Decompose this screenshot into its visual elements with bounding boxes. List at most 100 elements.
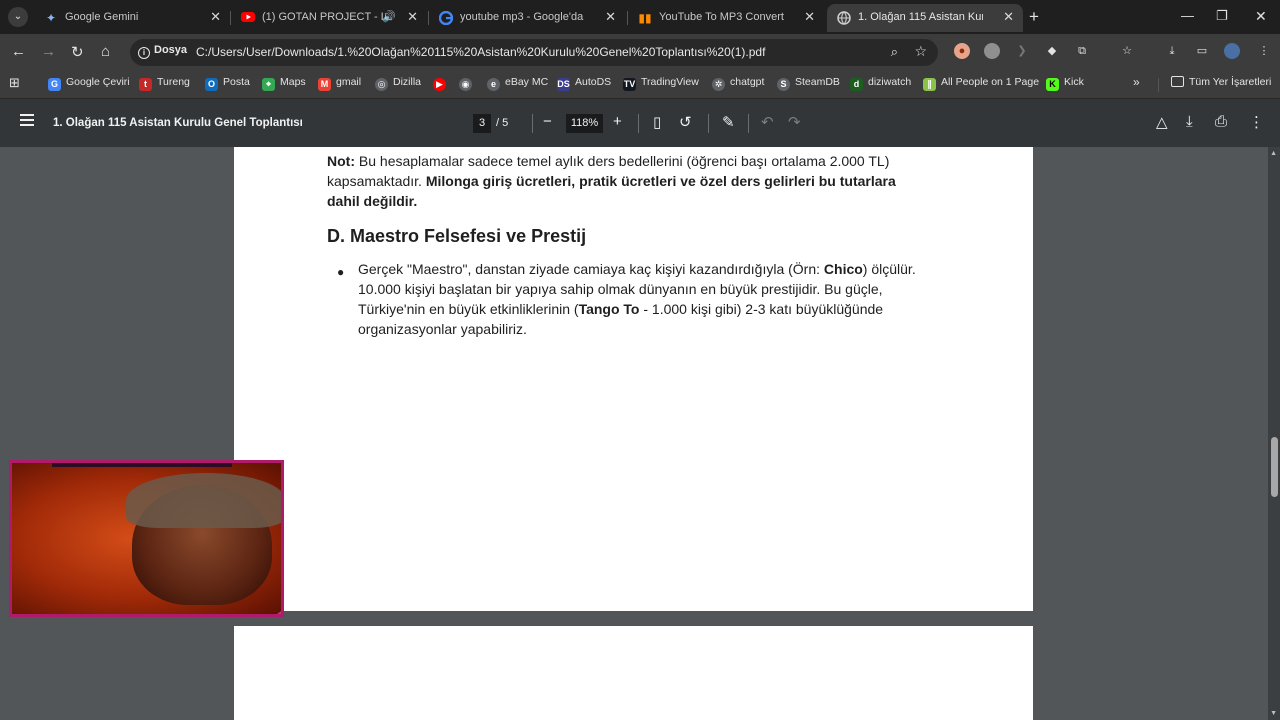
zoom-out-icon[interactable]: − bbox=[543, 113, 552, 130]
webcam-frame-decoration bbox=[262, 606, 281, 614]
close-icon[interactable]: ✕ bbox=[605, 9, 616, 25]
scroll-up-icon[interactable]: ▲ bbox=[1270, 150, 1277, 157]
page-number-input[interactable]: 3 bbox=[473, 114, 491, 133]
minimize-icon[interactable]: — bbox=[1181, 8, 1194, 23]
chevron-right-icon[interactable]: ❯ bbox=[1014, 43, 1030, 59]
drive-save-icon[interactable]: △ bbox=[1156, 113, 1168, 131]
tradingview-icon: TV bbox=[623, 78, 636, 91]
home-icon[interactable]: ⌂ bbox=[101, 43, 110, 60]
download-icon[interactable]: ⤓ bbox=[1186, 113, 1193, 130]
outlook-icon: O bbox=[205, 78, 218, 91]
pdf-page-4 bbox=[234, 626, 1033, 720]
bookmarks-bar: ⊞ G Google Çeviri t Tureng O Posta ⌖ Maps Mg… bbox=[0, 70, 1280, 99]
all-bookmarks-folder[interactable]: Tüm Yer İşaretleri bbox=[1171, 76, 1271, 88]
window-close-icon[interactable]: ✕ bbox=[1255, 8, 1267, 25]
extension-icon[interactable] bbox=[984, 43, 1000, 59]
url-text[interactable]: C:/Users/User/Downloads/1.%20Olağan%2011… bbox=[196, 45, 765, 59]
bookmark-tradingview[interactable]: TV TradingView bbox=[623, 76, 699, 91]
apps-grid-icon[interactable]: ⊞ bbox=[9, 75, 20, 91]
diziwatch-icon: d bbox=[850, 78, 863, 91]
browser-toolbar: ← → ↻ ⌂ i Dosya C:/Users/User/Downloads/1… bbox=[0, 34, 1280, 70]
address-bar[interactable]: i Dosya C:/Users/User/Downloads/1.%20Olağ… bbox=[130, 39, 938, 66]
bookmark-kick[interactable]: K Kick bbox=[1046, 76, 1084, 91]
bookmark-steamdb[interactable]: S SteamDB bbox=[777, 76, 840, 91]
extension-icon[interactable]: ● bbox=[954, 43, 970, 59]
puzzle-extensions-icon[interactable]: ⧉ bbox=[1074, 43, 1090, 59]
bookmark-gmail[interactable]: Mgmail bbox=[318, 76, 361, 91]
bookmark-youtube[interactable]: ▶ bbox=[433, 76, 451, 91]
bookmark-chatgpt[interactable]: ✲ chatgpt bbox=[712, 76, 764, 91]
toolbar-divider bbox=[638, 114, 639, 133]
scrollbar-thumb[interactable] bbox=[1271, 437, 1278, 497]
target-icon: ◉ bbox=[459, 78, 472, 91]
extension-icon[interactable]: ◆ bbox=[1044, 43, 1060, 59]
pdf-viewer[interactable]: Not: Bu hesaplamalar sadece temel aylık … bbox=[0, 147, 1280, 720]
profile-avatar-icon[interactable] bbox=[1224, 43, 1240, 59]
bookmark-dizilla[interactable]: ◎ Dizilla bbox=[375, 76, 421, 91]
bookmark-target[interactable]: ◉ bbox=[459, 76, 477, 91]
undo-icon[interactable]: ↶ bbox=[761, 113, 774, 131]
google-icon bbox=[438, 10, 454, 26]
speaker-icon[interactable]: 🔊 bbox=[382, 10, 396, 23]
toolbar-divider bbox=[708, 114, 709, 133]
pdf-menu-icon[interactable] bbox=[20, 114, 34, 126]
reload-icon[interactable]: ↻ bbox=[71, 43, 84, 61]
ebay-icon: e bbox=[487, 78, 500, 91]
kick-icon: K bbox=[1046, 78, 1059, 91]
tab-mp3-converter[interactable]: ▮▮ YouTube To MP3 Converter For ✕ bbox=[628, 4, 824, 32]
downloads-icon[interactable]: ⤓ bbox=[1164, 43, 1180, 59]
print-icon[interactable]: ⎙ bbox=[1215, 113, 1227, 130]
close-icon[interactable]: ✕ bbox=[210, 9, 221, 25]
redo-icon[interactable]: ↷ bbox=[788, 113, 801, 131]
tab-strip: ⌄ ✦ Google Gemini ✕ (1) GOTAN PROJECT - … bbox=[0, 0, 1280, 34]
more-vertical-icon[interactable]: ⋮ bbox=[1249, 113, 1264, 131]
bookmark-diziwatch[interactable]: d diziwatch bbox=[850, 76, 911, 91]
fit-to-page-icon[interactable]: ▯ bbox=[653, 113, 661, 131]
bookmarks-overflow-icon[interactable]: » bbox=[1133, 75, 1140, 89]
bookmark-maps[interactable]: ⌖ Maps bbox=[262, 76, 306, 91]
audio-wave-icon: ▮▮ bbox=[638, 11, 652, 25]
zoom-level-input[interactable]: 118% bbox=[566, 114, 603, 133]
tab-title: youtube mp3 - Google'da Ara bbox=[460, 11, 585, 23]
tab-google-gemini[interactable]: ✦ Google Gemini ✕ bbox=[34, 4, 230, 32]
zoom-in-icon[interactable]: + bbox=[613, 113, 622, 130]
tab-title: Google Gemini bbox=[65, 11, 139, 23]
bookmark-google-ceviri[interactable]: G Google Çeviri bbox=[48, 76, 130, 91]
tab-gotan-project[interactable]: (1) GOTAN PROJECT - La Gl 🔊 ✕ bbox=[231, 4, 427, 32]
bookmark-ebay-mc[interactable]: e eBay MC bbox=[487, 76, 548, 91]
bookmark-autods[interactable]: DS AutoDS bbox=[557, 76, 611, 91]
globe-icon: ◎ bbox=[375, 78, 388, 91]
annotate-pen-icon[interactable]: ✎ bbox=[722, 113, 735, 131]
back-arrow-icon[interactable]: ← bbox=[11, 43, 26, 60]
tab-youtube-mp3-search[interactable]: youtube mp3 - Google'da Ara ✕ bbox=[429, 4, 625, 32]
bookmark-star-icon[interactable]: ☆ bbox=[914, 43, 927, 60]
page-total: / 5 bbox=[496, 117, 509, 129]
zoom-magnifier-icon[interactable]: ⌕ bbox=[891, 44, 898, 60]
tab-title: YouTube To MP3 Converter For bbox=[659, 11, 784, 23]
new-tab-plus-icon[interactable]: + bbox=[1029, 7, 1039, 27]
more-vertical-icon[interactable]: ⋮ bbox=[1256, 43, 1272, 59]
file-label: Dosya bbox=[154, 44, 188, 56]
tab-pdf-active[interactable]: 1. Olağan 115 Asistan Kurulu G ✕ bbox=[827, 4, 1023, 32]
scroll-down-icon[interactable]: ▼ bbox=[1270, 710, 1277, 717]
bookmark-tureng[interactable]: t Tureng bbox=[139, 76, 190, 91]
bookmark-posta[interactable]: O Posta bbox=[205, 76, 250, 91]
rotate-icon[interactable]: ↺ bbox=[679, 113, 692, 131]
close-icon[interactable]: ✕ bbox=[1003, 9, 1014, 25]
tab-groups-icon[interactable]: ▭ bbox=[1194, 43, 1210, 59]
toolbar-divider bbox=[748, 114, 749, 133]
section-heading: D. Maestro Felsefesi ve Prestij bbox=[327, 226, 587, 246]
close-icon[interactable]: ✕ bbox=[804, 9, 815, 25]
bookmark-all-people[interactable]: ∥ All People on 1 Page bbox=[923, 76, 1039, 91]
forward-arrow-icon[interactable]: → bbox=[41, 43, 56, 60]
vertical-scrollbar[interactable]: ▲ ▼ bbox=[1268, 147, 1280, 720]
site-info-chip[interactable]: i Dosya bbox=[138, 44, 187, 61]
tab-search-chevron-icon[interactable]: ⌄ bbox=[8, 7, 28, 27]
maps-icon: ⌖ bbox=[262, 78, 275, 91]
close-icon[interactable]: ✕ bbox=[407, 9, 418, 25]
webcam-overlay bbox=[9, 460, 284, 617]
bookmarks-star-icon[interactable]: ☆ bbox=[1119, 43, 1135, 59]
restore-icon[interactable]: ❐ bbox=[1216, 8, 1228, 24]
webcam-frame-decoration bbox=[52, 463, 232, 467]
bookmarks-divider bbox=[1158, 78, 1159, 92]
